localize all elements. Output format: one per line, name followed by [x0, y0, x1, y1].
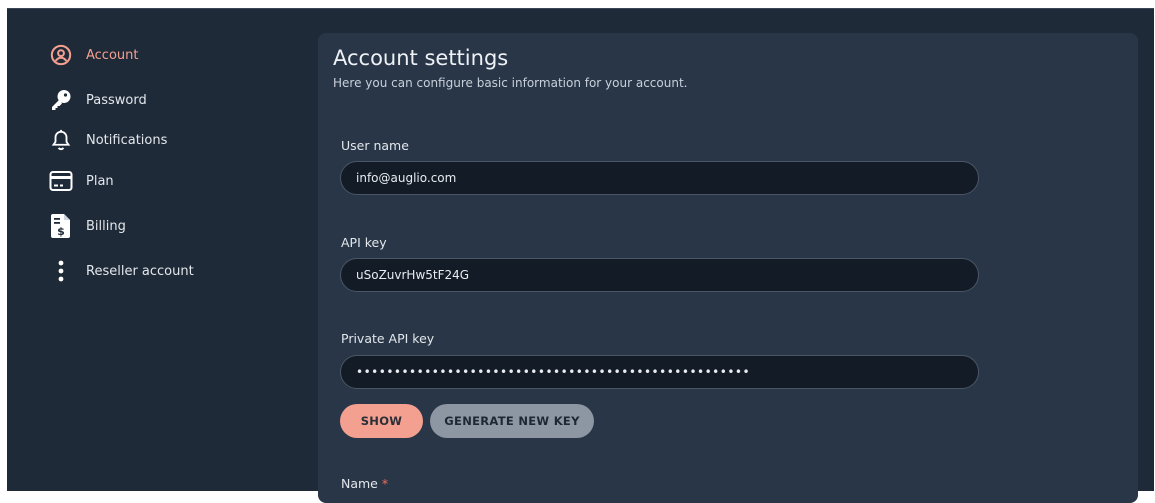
- sidebar: Account Password Notifications Plan $ Bi…: [7, 9, 307, 491]
- account-settings-panel: Account settings Here you can configure …: [318, 33, 1138, 503]
- generate-new-key-button[interactable]: GENERATE NEW KEY: [430, 404, 594, 438]
- more-vertical-icon: [49, 259, 73, 283]
- invoice-icon: $: [49, 214, 73, 238]
- sidebar-item-label: Billing: [86, 218, 126, 234]
- username-label: User name: [341, 138, 409, 153]
- username-field[interactable]: [340, 161, 979, 195]
- user-circle-icon: [49, 43, 73, 67]
- sidebar-item-label: Plan: [86, 173, 114, 189]
- api-key-field[interactable]: [340, 258, 979, 292]
- required-marker: *: [381, 476, 389, 491]
- show-key-button[interactable]: SHOW: [340, 404, 423, 438]
- sidebar-item-plan[interactable]: Plan: [49, 166, 114, 196]
- sidebar-item-account[interactable]: Account: [49, 40, 139, 70]
- name-label-text: Name: [341, 476, 378, 491]
- api-key-label: API key: [341, 235, 387, 250]
- key-icon: [49, 88, 73, 112]
- bell-icon: [49, 128, 73, 152]
- page-subtitle: Here you can configure basic information…: [333, 76, 688, 90]
- app-window: Account Password Notifications Plan $ Bi…: [7, 8, 1154, 503]
- private-api-key-label: Private API key: [341, 331, 435, 346]
- sidebar-item-label: Account: [86, 47, 139, 63]
- svg-text:$: $: [57, 225, 65, 238]
- credit-card-icon: [49, 169, 73, 193]
- private-api-key-field[interactable]: [340, 355, 979, 389]
- sidebar-item-reseller[interactable]: Reseller account: [49, 256, 194, 286]
- name-label: Name *: [341, 476, 388, 491]
- sidebar-item-label: Reseller account: [86, 263, 194, 279]
- sidebar-item-label: Password: [86, 92, 147, 108]
- sidebar-item-password[interactable]: Password: [49, 85, 147, 115]
- page-title: Account settings: [333, 46, 509, 70]
- sidebar-item-notifications[interactable]: Notifications: [49, 125, 167, 155]
- sidebar-item-billing[interactable]: $ Billing: [49, 211, 126, 241]
- sidebar-item-label: Notifications: [86, 132, 168, 148]
